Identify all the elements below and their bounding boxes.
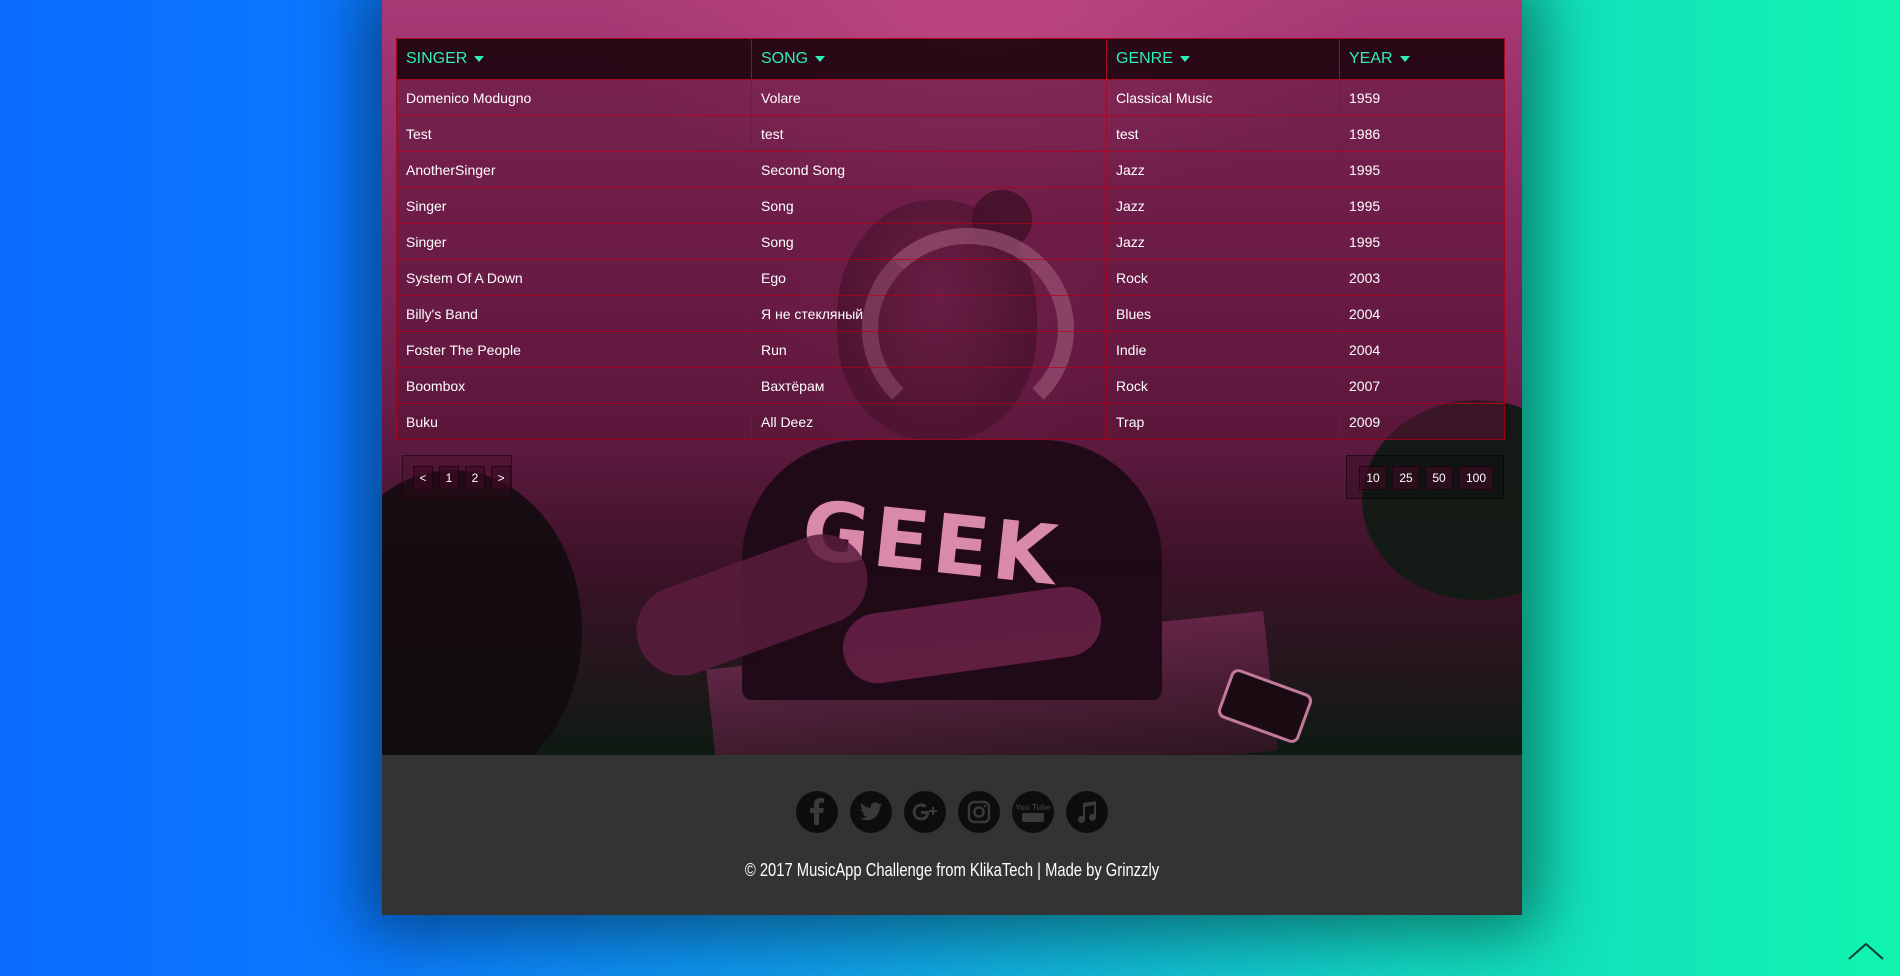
cell-singer: AnotherSinger — [396, 151, 752, 188]
column-header-genre[interactable]: GENRE — [1106, 38, 1340, 80]
column-header-singer[interactable]: SINGER — [396, 38, 752, 80]
page-size-100-button[interactable]: 100 — [1458, 466, 1494, 490]
cell-year: 1995 — [1339, 187, 1505, 224]
table-row: Singer Song Jazz 1995 — [396, 187, 1505, 224]
cell-song: All Deez — [751, 403, 1107, 440]
music-note-icon[interactable] — [1066, 791, 1108, 833]
column-header-label: SONG — [761, 50, 809, 67]
cell-song: Volare — [751, 79, 1107, 116]
cell-singer: System Of A Down — [396, 259, 752, 296]
table-row: AnotherSinger Second Song Jazz 1995 — [396, 151, 1505, 188]
cell-genre: Rock — [1106, 367, 1340, 404]
cell-genre: Rock — [1106, 259, 1340, 296]
table-row: Test test test 1986 — [396, 115, 1505, 152]
page-button-2[interactable]: 2 — [465, 466, 485, 490]
sort-caret-icon[interactable] — [1399, 55, 1410, 62]
cell-year: 1995 — [1339, 151, 1505, 188]
cell-year: 1986 — [1339, 115, 1505, 152]
social-icons: You Tube — [796, 791, 1108, 835]
hero-background-photo: GEEK SINGER SONG GENRE YEAR Domenico Mod… — [382, 0, 1522, 755]
cell-genre: Trap — [1106, 403, 1340, 440]
table-header-row: SINGER SONG GENRE YEAR — [396, 38, 1505, 80]
cell-singer: Domenico Modugno — [396, 79, 752, 116]
pagination: < 1 2 > — [402, 455, 512, 499]
cell-singer: Singer — [396, 187, 752, 224]
prev-page-button[interactable]: < — [413, 466, 433, 490]
cell-year: 2004 — [1339, 295, 1505, 332]
column-header-year[interactable]: YEAR — [1339, 38, 1505, 80]
instagram-icon[interactable] — [958, 791, 1000, 833]
cell-year: 2004 — [1339, 331, 1505, 368]
column-header-song[interactable]: SONG — [751, 38, 1107, 80]
cell-singer: Test — [396, 115, 752, 152]
cell-genre: Blues — [1106, 295, 1340, 332]
cell-year: 2003 — [1339, 259, 1505, 296]
page-button-1[interactable]: 1 — [439, 466, 459, 490]
cell-genre: Jazz — [1106, 223, 1340, 260]
page-size-50-button[interactable]: 50 — [1425, 466, 1453, 490]
music-table-container: SINGER SONG GENRE YEAR Domenico Modugno … — [396, 38, 1505, 440]
cell-song: Song — [751, 187, 1107, 224]
table-row: Domenico Modugno Volare Classical Music … — [396, 79, 1505, 116]
youtube-icon[interactable]: You Tube — [1012, 791, 1054, 833]
cell-year: 2007 — [1339, 367, 1505, 404]
app-container: GEEK SINGER SONG GENRE YEAR Domenico Mod… — [382, 0, 1522, 915]
table-row: Billy's Band Я не стекляный Blues 2004 — [396, 295, 1505, 332]
cell-song: test — [751, 115, 1107, 152]
sort-caret-icon[interactable] — [815, 55, 826, 62]
cell-song: Song — [751, 223, 1107, 260]
twitter-icon[interactable] — [850, 791, 892, 833]
youtube-label: You Tube — [1015, 803, 1051, 812]
column-header-label: YEAR — [1349, 50, 1393, 67]
cell-singer: Billy's Band — [396, 295, 752, 332]
cell-song: Я не стекляный — [751, 295, 1107, 332]
table-row: Buku All Deez Trap 2009 — [396, 403, 1505, 440]
facebook-icon[interactable] — [796, 791, 838, 833]
cell-genre: Jazz — [1106, 151, 1340, 188]
cell-genre: test — [1106, 115, 1340, 152]
cell-song: Second Song — [751, 151, 1107, 188]
cell-genre: Classical Music — [1106, 79, 1340, 116]
photo-shadow-left — [382, 470, 582, 755]
chevron-up-icon — [1848, 942, 1884, 960]
cell-song: Run — [751, 331, 1107, 368]
cell-song: Вахтёрам — [751, 367, 1107, 404]
page-size-selector: 10 25 50 100 — [1346, 455, 1504, 499]
cell-year: 1995 — [1339, 223, 1505, 260]
table-row: Foster The People Run Indie 2004 — [396, 331, 1505, 368]
cell-singer: Buku — [396, 403, 752, 440]
cell-singer: Boombox — [396, 367, 752, 404]
cell-genre: Indie — [1106, 331, 1340, 368]
sort-caret-icon[interactable] — [1179, 55, 1190, 62]
cell-singer: Singer — [396, 223, 752, 260]
table-row: Boombox Вахтёрам Rock 2007 — [396, 367, 1505, 404]
table-row: Singer Song Jazz 1995 — [396, 223, 1505, 260]
cell-year: 1959 — [1339, 79, 1505, 116]
page-size-25-button[interactable]: 25 — [1392, 466, 1420, 490]
next-page-button[interactable]: > — [491, 466, 511, 490]
column-header-label: SINGER — [406, 50, 468, 67]
copyright-text: © 2017 MusicApp Challenge from KlikaTech… — [744, 860, 1160, 880]
cell-genre: Jazz — [1106, 187, 1340, 224]
google-plus-icon[interactable] — [904, 791, 946, 833]
music-table: SINGER SONG GENRE YEAR Domenico Modugno … — [396, 38, 1505, 440]
cell-year: 2009 — [1339, 403, 1505, 440]
cell-song: Ego — [751, 259, 1107, 296]
scroll-to-top-button[interactable] — [1846, 940, 1886, 962]
column-header-label: GENRE — [1116, 50, 1173, 67]
sort-caret-icon[interactable] — [474, 55, 485, 62]
footer: You Tube © 2017 MusicApp Challenge from … — [382, 755, 1522, 915]
page-size-10-button[interactable]: 10 — [1359, 466, 1387, 490]
cell-singer: Foster The People — [396, 331, 752, 368]
table-row: System Of A Down Ego Rock 2003 — [396, 259, 1505, 296]
